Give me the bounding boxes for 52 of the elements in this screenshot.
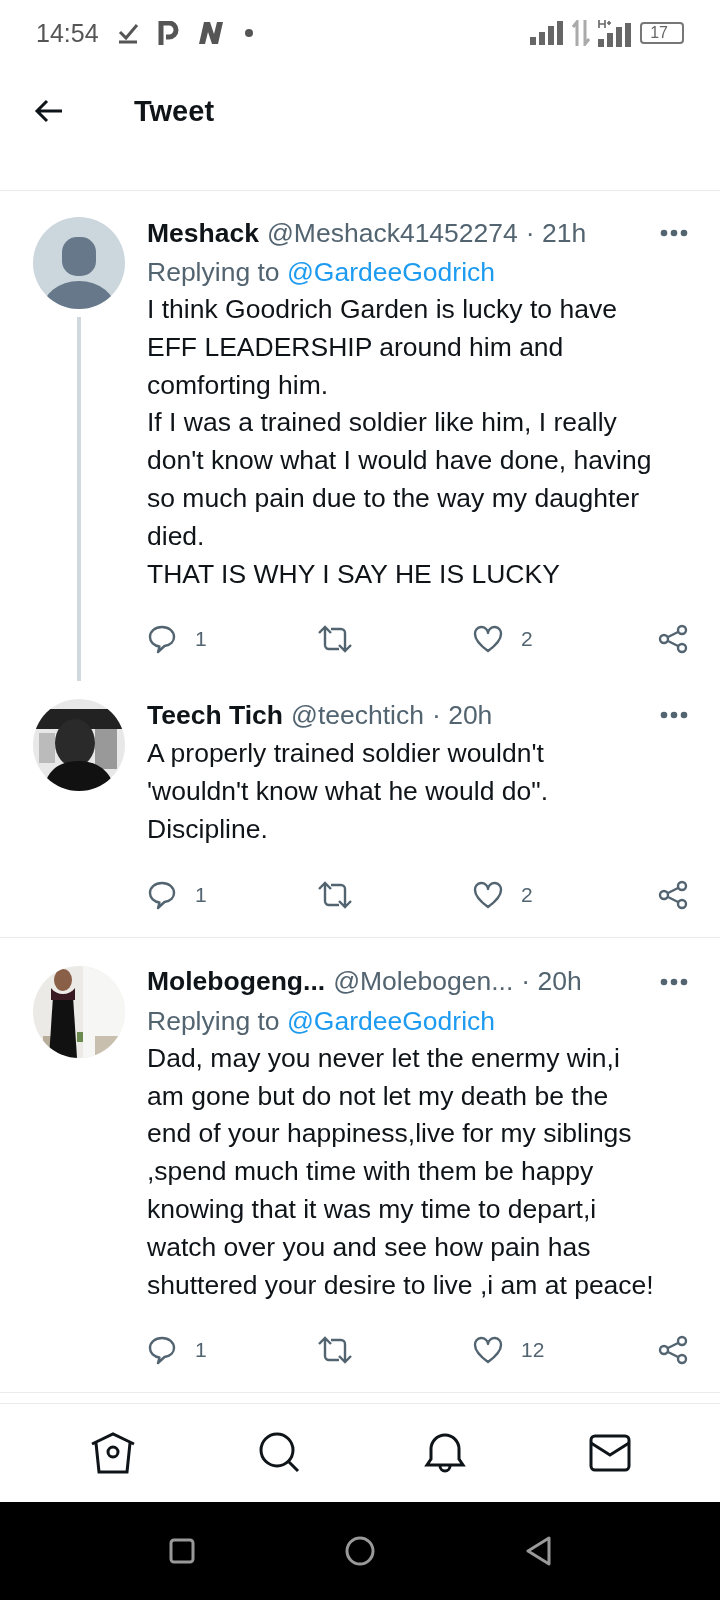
reply-count: 1	[195, 882, 207, 907]
share-icon[interactable]	[658, 624, 688, 655]
signal-icon	[598, 19, 633, 47]
retweet-icon[interactable]	[317, 625, 353, 654]
reply-icon[interactable]	[147, 879, 177, 910]
retweet-icon[interactable]	[317, 880, 353, 909]
reply-icon[interactable]	[147, 624, 177, 655]
like-count: 2	[521, 627, 533, 652]
user-handle[interactable]: @Meshack41452274	[266, 217, 518, 249]
battery-level: 17	[640, 22, 684, 44]
replying-to-label: Replying to	[147, 257, 281, 287]
tweet-text: I think Goodrich Garden is lucky to have EFF LEADERSHIP around him and comforting him. If I was a trained soldier like him, I really don't know what I would have done, having so much pain due to the way my daughter died. THAT IS WHY I SAY HE IS LUCKY	[147, 293, 653, 591]
replying-to-label: Replying to	[147, 1005, 281, 1036]
signal-icon	[530, 21, 565, 45]
p-logo-icon	[156, 21, 179, 45]
share-icon[interactable]	[658, 1335, 688, 1366]
home-icon[interactable]	[89, 1432, 136, 1474]
home-button[interactable]	[345, 1536, 375, 1566]
post-time: · 21h	[525, 217, 587, 249]
download-done-icon	[116, 22, 139, 44]
share-icon[interactable]	[658, 879, 688, 910]
display-name[interactable]: Molebogeng...	[147, 966, 326, 998]
heart-icon[interactable]	[473, 880, 503, 909]
reply-count: 1	[195, 627, 207, 652]
more-button[interactable]	[660, 711, 688, 720]
display-name[interactable]: Teech Tich	[147, 699, 283, 731]
search-icon[interactable]	[258, 1432, 301, 1474]
user-handle[interactable]: @teechtich	[291, 699, 424, 731]
more-button[interactable]	[660, 977, 688, 986]
back-button[interactable]	[525, 1536, 551, 1566]
reply-count: 1	[195, 1338, 207, 1363]
messages-icon[interactable]	[588, 1434, 631, 1472]
heart-icon[interactable]	[473, 1336, 503, 1365]
reply-icon[interactable]	[147, 1335, 177, 1366]
dot-icon	[244, 29, 253, 37]
heart-icon[interactable]	[473, 625, 503, 654]
page-title: Tweet	[134, 94, 215, 128]
tweet-text: Dad, may you never let the enermy win,i am gone but do not let my death be the end of your happiness,live for my siblings ,spend much time with them be happy knowing that it was my time to depart,i watch over you and see how pain has shuttered your desire to live ,i am at peace!	[147, 1041, 655, 1302]
status-time: 14:54	[36, 18, 99, 48]
tweet-text: A properly trained soldier wouldn't 'wouldn't know what he would do". Discipline.	[147, 737, 550, 846]
data-arrows-icon	[572, 20, 591, 46]
post-time: · 20h	[431, 699, 493, 731]
recents-button[interactable]	[169, 1538, 195, 1564]
display-name[interactable]: Meshack	[147, 217, 259, 249]
more-button[interactable]	[660, 229, 688, 237]
retweet-icon[interactable]	[317, 1336, 353, 1365]
notifications-icon[interactable]	[423, 1432, 466, 1474]
like-count: 2	[521, 882, 533, 907]
back-button[interactable]	[34, 99, 64, 123]
post-time: · 20h	[521, 966, 582, 998]
user-handle[interactable]: @Molebogen...	[333, 966, 514, 998]
like-count: 12	[521, 1338, 545, 1363]
